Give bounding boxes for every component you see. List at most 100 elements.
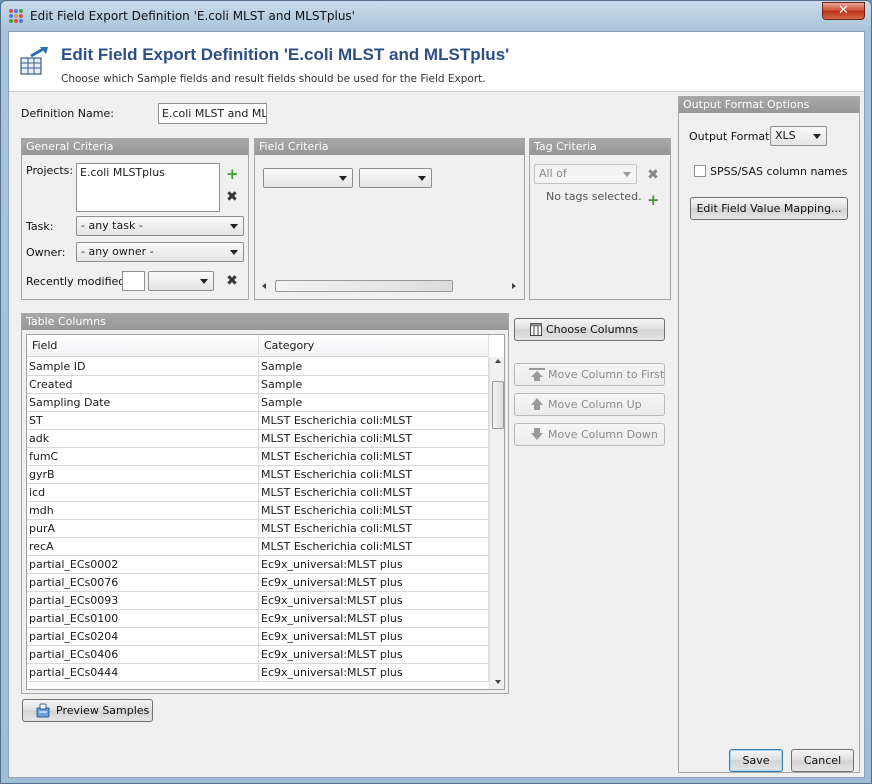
move-column-first-button[interactable]: Move Column to First bbox=[514, 363, 665, 386]
preview-samples-button[interactable]: Preview Samples bbox=[22, 699, 153, 722]
table-columns-panel: Table Columns Field Category Sample ID Sa… bbox=[21, 313, 509, 694]
field-cell: Sample ID bbox=[27, 358, 259, 376]
clear-tags-icon[interactable]: ✖ bbox=[647, 168, 659, 182]
table-row[interactable]: gyrB MLST Escherichia coli:MLST bbox=[27, 466, 489, 484]
table-row[interactable]: Sampling Date Sample bbox=[27, 394, 489, 412]
output-format-label: Output Format: bbox=[689, 130, 774, 143]
chevron-down-icon bbox=[418, 176, 426, 181]
recently-modified-number[interactable] bbox=[122, 271, 145, 291]
field-cell: partial_ECs0406 bbox=[27, 646, 259, 664]
scroll-down-icon[interactable] bbox=[495, 680, 501, 684]
table-row[interactable]: purA MLST Escherichia coli:MLST bbox=[27, 520, 489, 538]
title-bar[interactable]: Edit Field Export Definition 'E.coli MLS… bbox=[1, 1, 871, 31]
preview-samples-label: Preview Samples bbox=[56, 704, 150, 717]
save-button[interactable]: Save bbox=[729, 749, 783, 772]
table-row[interactable]: fumC MLST Escherichia coli:MLST bbox=[27, 448, 489, 466]
table-row[interactable]: partial_ECs0002 Ec9x_universal:MLST plus bbox=[27, 556, 489, 574]
operator-select[interactable] bbox=[359, 168, 432, 188]
owner-select-value: - any owner - bbox=[81, 245, 154, 258]
category-cell: Ec9x_universal:MLST plus bbox=[259, 592, 489, 610]
category-cell: MLST Escherichia coli:MLST bbox=[259, 412, 489, 430]
table-row[interactable]: partial_ECs0076 Ec9x_universal:MLST plus bbox=[27, 574, 489, 592]
category-cell: MLST Escherichia coli:MLST bbox=[259, 430, 489, 448]
table-row[interactable]: ST MLST Escherichia coli:MLST bbox=[27, 412, 489, 430]
table-vscrollbar[interactable] bbox=[489, 357, 504, 689]
category-cell: Ec9x_universal:MLST plus bbox=[259, 574, 489, 592]
field-cell: partial_ECs0444 bbox=[27, 664, 259, 682]
spss-column-names-checkbox[interactable] bbox=[694, 165, 706, 177]
field-cell: purA bbox=[27, 520, 259, 538]
field-cell: partial_ECs0100 bbox=[27, 610, 259, 628]
field-select[interactable] bbox=[263, 168, 353, 188]
arrow-up-icon bbox=[529, 398, 545, 411]
edit-field-value-mapping-button[interactable]: Edit Field Value Mapping... bbox=[690, 197, 848, 220]
close-button[interactable]: ✕ bbox=[822, 2, 865, 20]
add-project-icon[interactable]: + bbox=[226, 167, 239, 182]
owner-select[interactable]: - any owner - bbox=[76, 242, 244, 262]
chevron-down-icon bbox=[339, 176, 347, 181]
table-row[interactable]: partial_ECs0204 Ec9x_universal:MLST plus bbox=[27, 628, 489, 646]
category-cell: Sample bbox=[259, 358, 489, 376]
field-cell: Sampling Date bbox=[27, 394, 259, 412]
task-select[interactable]: - any task - bbox=[76, 216, 244, 236]
category-cell: Ec9x_universal:MLST plus bbox=[259, 628, 489, 646]
page-subtitle: Choose which Sample fields and result fi… bbox=[61, 73, 486, 85]
remove-project-icon[interactable]: ✖ bbox=[226, 190, 238, 204]
table-row[interactable]: Created Sample bbox=[27, 376, 489, 394]
export-table-icon bbox=[20, 46, 48, 75]
column-header-category[interactable]: Category bbox=[259, 335, 489, 357]
add-tag-icon[interactable]: + bbox=[647, 193, 660, 208]
category-cell: Ec9x_universal:MLST plus bbox=[259, 646, 489, 664]
field-criteria-title: Field Criteria bbox=[255, 139, 524, 155]
category-cell: MLST Escherichia coli:MLST bbox=[259, 448, 489, 466]
field-cell: partial_ECs0204 bbox=[27, 628, 259, 646]
table-row[interactable]: icd MLST Escherichia coli:MLST bbox=[27, 484, 489, 502]
page-title: Edit Field Export Definition 'E.coli MLS… bbox=[61, 45, 510, 64]
table-row[interactable]: partial_ECs0093 Ec9x_universal:MLST plus bbox=[27, 592, 489, 610]
field-cell: recA bbox=[27, 538, 259, 556]
list-item[interactable]: E.coli MLSTplus bbox=[80, 166, 216, 179]
column-header-field[interactable]: Field bbox=[27, 335, 259, 357]
general-criteria-panel: General Criteria Projects: E.coli MLSTpl… bbox=[21, 138, 249, 300]
scroll-left-icon[interactable] bbox=[262, 283, 266, 289]
field-criteria-hscrollbar[interactable] bbox=[256, 278, 523, 294]
table-row[interactable]: partial_ECs0406 Ec9x_universal:MLST plus bbox=[27, 646, 489, 664]
table-row[interactable]: partial_ECs0100 Ec9x_universal:MLST plus bbox=[27, 610, 489, 628]
tag-mode-select[interactable]: All of bbox=[534, 164, 637, 184]
definition-name-label: Definition Name: bbox=[21, 107, 114, 120]
dialog-header: Edit Field Export Definition 'E.coli MLS… bbox=[9, 32, 864, 92]
table-row[interactable]: adk MLST Escherichia coli:MLST bbox=[27, 430, 489, 448]
move-column-down-button[interactable]: Move Column Down bbox=[514, 423, 665, 446]
table-row[interactable]: recA MLST Escherichia coli:MLST bbox=[27, 538, 489, 556]
tag-criteria-panel: Tag Criteria All of ✖ No tags selected. … bbox=[529, 138, 671, 300]
scroll-thumb[interactable] bbox=[492, 381, 504, 429]
recently-modified-unit-select[interactable] bbox=[148, 271, 214, 291]
field-cell: mdh bbox=[27, 502, 259, 520]
definition-name-input[interactable]: E.coli MLST and MLSTplus bbox=[158, 103, 267, 124]
arrow-down-icon bbox=[529, 428, 545, 441]
table-row[interactable]: partial_ECs0444 Ec9x_universal:MLST plus bbox=[27, 664, 489, 682]
scroll-right-icon[interactable] bbox=[512, 283, 516, 289]
field-cell: partial_ECs0002 bbox=[27, 556, 259, 574]
move-column-up-button[interactable]: Move Column Up bbox=[514, 393, 665, 416]
columns-table[interactable]: Field Category Sample ID Sample Created Sam… bbox=[26, 334, 505, 690]
output-format-title: Output Format Options bbox=[679, 97, 859, 113]
choose-columns-button[interactable]: Choose Columns bbox=[514, 318, 665, 341]
output-format-select[interactable]: XLS bbox=[770, 126, 827, 146]
no-tags-text: No tags selected. bbox=[546, 190, 642, 203]
projects-list[interactable]: E.coli MLSTplus bbox=[76, 163, 220, 212]
category-cell: Sample bbox=[259, 394, 489, 412]
task-select-value: - any task - bbox=[81, 219, 143, 232]
preview-samples-icon bbox=[36, 703, 50, 718]
table-row[interactable]: mdh MLST Escherichia coli:MLST bbox=[27, 502, 489, 520]
cancel-button[interactable]: Cancel bbox=[791, 749, 854, 772]
app-icon bbox=[9, 9, 23, 23]
category-cell: MLST Escherichia coli:MLST bbox=[259, 502, 489, 520]
field-cell: adk bbox=[27, 430, 259, 448]
field-cell: partial_ECs0093 bbox=[27, 592, 259, 610]
table-row[interactable]: Sample ID Sample bbox=[27, 358, 489, 376]
scroll-up-icon[interactable] bbox=[495, 359, 501, 363]
scroll-thumb[interactable] bbox=[275, 280, 453, 292]
clear-recent-icon[interactable]: ✖ bbox=[226, 274, 238, 288]
move-first-icon bbox=[529, 368, 545, 381]
